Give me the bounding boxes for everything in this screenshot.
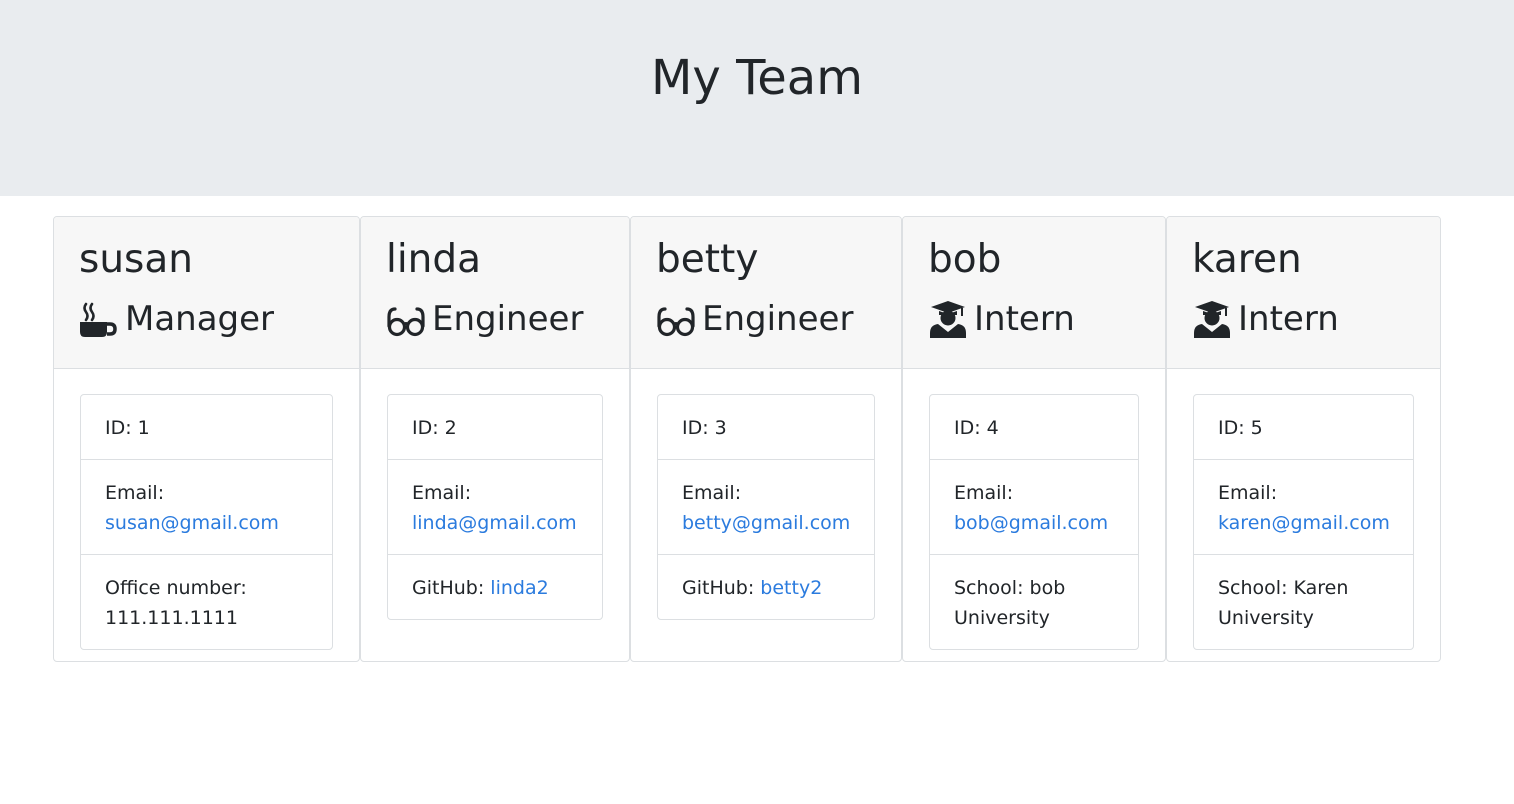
office-number-label: Office number: [105, 577, 247, 599]
id-text: ID: 4 [954, 417, 999, 439]
role-label: Intern [974, 299, 1075, 339]
employee-details: ID: 5 Email: karen@gmail.com School: Kar… [1193, 394, 1414, 650]
employee-email: Email: susan@gmail.com [81, 459, 332, 554]
email-link[interactable]: betty@gmail.com [682, 512, 850, 534]
email-label: Email: [1218, 482, 1278, 504]
employee-id: ID: 5 [1194, 395, 1413, 459]
employee-email: Email: bob@gmail.com [930, 459, 1138, 554]
graduate-icon [928, 299, 968, 339]
employee-id: ID: 1 [81, 395, 332, 459]
email-label: Email: [682, 482, 742, 504]
employee-email: Email: betty@gmail.com [658, 459, 874, 554]
employee-details: ID: 1 Email: susan@gmail.com Office numb… [80, 394, 333, 650]
employee-card-karen: karen Intern ID: 5 Email: karen@gmail.co… [1166, 216, 1441, 662]
id-text: ID: 5 [1218, 417, 1263, 439]
employee-name: betty [656, 237, 759, 282]
employee-name: bob [928, 237, 1002, 282]
card-header: betty Engineer [631, 217, 901, 369]
page-title: My Team [651, 50, 863, 106]
role-label: Manager [125, 299, 275, 339]
github-label: GitHub: [412, 577, 485, 599]
id-text: ID: 2 [412, 417, 457, 439]
employee-role: Intern [1192, 295, 1339, 343]
employee-id: ID: 2 [388, 395, 602, 459]
glasses-icon [386, 299, 426, 339]
role-label: Intern [1238, 299, 1339, 339]
github: GitHub: linda2 [388, 554, 602, 619]
school: School: Karen University [1194, 554, 1413, 649]
school-value: University [954, 607, 1050, 629]
github-link[interactable]: betty2 [760, 577, 822, 599]
employee-details: ID: 2 Email: linda@gmail.com GitHub: lin… [387, 394, 603, 620]
employee-details: ID: 4 Email: bob@gmail.com School: bob U… [929, 394, 1139, 650]
email-label: Email: [412, 482, 472, 504]
employee-email: Email: linda@gmail.com [388, 459, 602, 554]
employee-card-bob: bob Intern ID: 4 Email: bob@gmail.com Sc… [902, 216, 1166, 662]
employee-card-linda: linda Engineer ID: 2 Email: linda@gmail.… [360, 216, 630, 662]
office-number-value: 111.111.1111 [105, 607, 238, 629]
role-label: Engineer [702, 299, 854, 339]
card-header: susan Manager [54, 217, 359, 369]
github: GitHub: betty2 [658, 554, 874, 619]
glasses-icon [656, 299, 696, 339]
id-text: ID: 1 [105, 417, 150, 439]
graduate-icon [1192, 299, 1232, 339]
card-header: karen Intern [1167, 217, 1440, 369]
github-label: GitHub: [682, 577, 755, 599]
employee-role: Engineer [656, 295, 853, 343]
employee-details: ID: 3 Email: betty@gmail.com GitHub: bet… [657, 394, 875, 620]
email-link[interactable]: bob@gmail.com [954, 512, 1108, 534]
school-label: School: bob [954, 577, 1066, 599]
employee-name: karen [1192, 237, 1302, 282]
employee-name: susan [79, 237, 193, 282]
role-label: Engineer [432, 299, 584, 339]
employee-role: Manager [79, 295, 274, 343]
email-link[interactable]: linda@gmail.com [412, 512, 577, 534]
employee-card-susan: susan Manager ID: 1 Email: susan@gmail.c… [53, 216, 360, 662]
github-link[interactable]: linda2 [490, 577, 548, 599]
card-header: linda Engineer [361, 217, 629, 369]
employee-name: linda [386, 237, 482, 282]
email-link[interactable]: susan@gmail.com [105, 512, 279, 534]
school: School: bob University [930, 554, 1138, 649]
school-value: University [1218, 607, 1314, 629]
email-link[interactable]: karen@gmail.com [1218, 512, 1390, 534]
employee-role: Intern [928, 295, 1075, 343]
email-label: Email: [105, 482, 165, 504]
office-number: Office number: 111.111.1111 [81, 554, 332, 649]
email-label: Email: [954, 482, 1014, 504]
card-header: bob Intern [903, 217, 1165, 369]
school-label: School: Karen [1218, 577, 1349, 599]
page-header: My Team [0, 0, 1514, 196]
employee-email: Email: karen@gmail.com [1194, 459, 1413, 554]
employee-id: ID: 4 [930, 395, 1138, 459]
employee-card-betty: betty Engineer ID: 3 Email: betty@gmail.… [630, 216, 902, 662]
coffee-icon [79, 299, 119, 339]
id-text: ID: 3 [682, 417, 727, 439]
employee-role: Engineer [386, 295, 583, 343]
employee-id: ID: 3 [658, 395, 874, 459]
